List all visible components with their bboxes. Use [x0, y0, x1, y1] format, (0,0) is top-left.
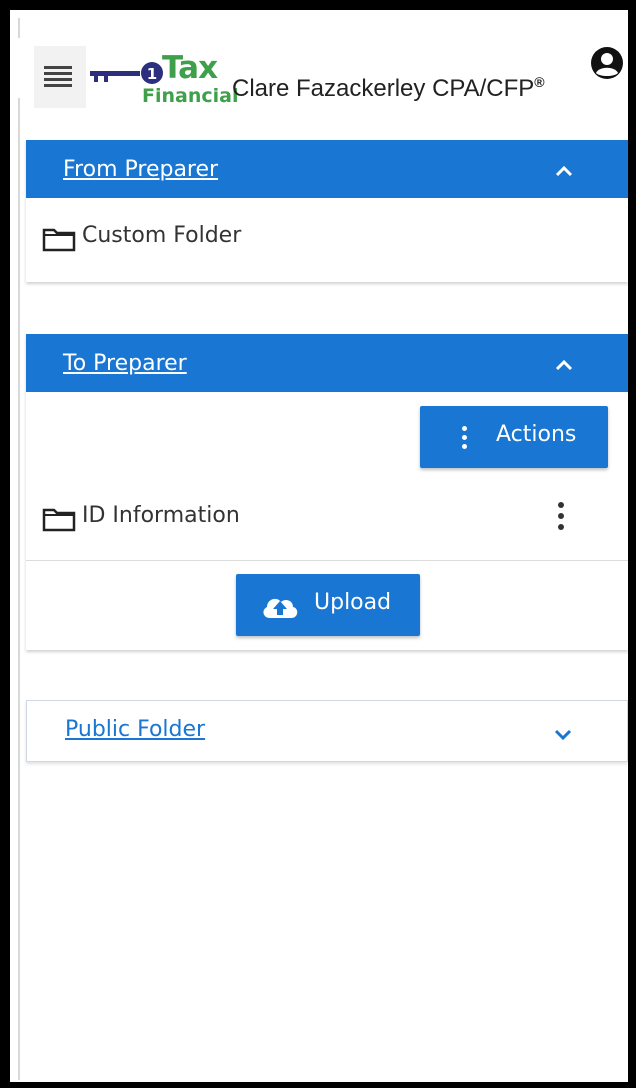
from-preparer-panel: From Preparer Custom Folder: [26, 140, 628, 282]
folder-more-icon[interactable]: [558, 502, 566, 536]
logo-word-top: Tax: [162, 50, 218, 86]
from-preparer-header[interactable]: From Preparer: [26, 140, 628, 198]
key-icon: 1: [90, 62, 163, 84]
folder-row[interactable]: ID Information: [26, 494, 628, 544]
brand-logo: 1 Tax Financial: [88, 50, 238, 112]
cloud-upload-icon: [263, 598, 298, 618]
actions-label: Actions: [496, 422, 577, 447]
folder-icon: [42, 228, 76, 252]
folder-icon: [42, 508, 76, 532]
divider: [26, 560, 628, 561]
to-preparer-title[interactable]: To Preparer: [63, 351, 187, 376]
folder-label: ID Information: [82, 503, 240, 528]
public-folder-panel[interactable]: Public Folder: [26, 700, 628, 762]
more-vertical-icon: [462, 426, 468, 453]
upload-label: Upload: [314, 590, 392, 615]
hamburger-icon[interactable]: [44, 66, 72, 87]
chevron-down-icon[interactable]: [553, 728, 573, 742]
account-circle-icon[interactable]: [590, 46, 624, 80]
upload-button[interactable]: Upload: [236, 574, 420, 636]
folder-label: Custom Folder: [82, 223, 242, 248]
header-gap: [10, 38, 22, 98]
chevron-up-icon[interactable]: [554, 164, 574, 178]
chevron-up-icon[interactable]: [554, 358, 574, 372]
firm-name-text: Clare Fazackerley CPA/CFP: [232, 75, 535, 102]
folder-row[interactable]: Custom Folder: [26, 214, 628, 264]
firm-name: Clare Fazackerley CPA/CFP®: [232, 74, 545, 103]
public-folder-title[interactable]: Public Folder: [65, 717, 205, 742]
to-preparer-panel: To Preparer Actions ID Information Uploa…: [26, 334, 628, 650]
actions-button[interactable]: Actions: [420, 406, 608, 468]
logo-word-bottom: Financial: [142, 85, 239, 107]
from-preparer-title[interactable]: From Preparer: [63, 157, 218, 182]
registered-mark: ®: [534, 74, 545, 90]
to-preparer-header[interactable]: To Preparer: [26, 334, 628, 392]
svg-text:1: 1: [147, 65, 157, 83]
